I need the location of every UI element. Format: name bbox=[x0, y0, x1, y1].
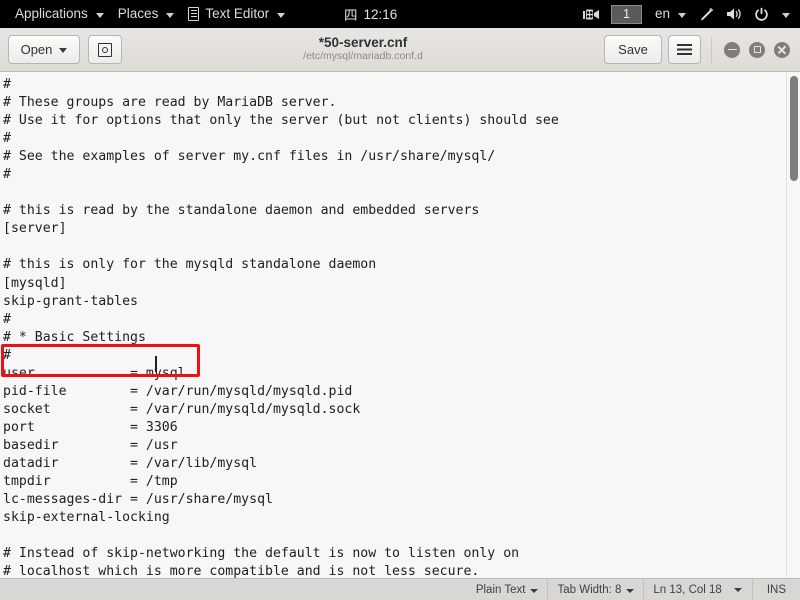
cursor-position-selector[interactable]: Ln 13, Col 18 bbox=[644, 579, 751, 600]
window-title-block: *50-server.cnf /etc/mysql/mariadb.conf.d bbox=[122, 36, 604, 64]
code-line: # These groups are read by MariaDB serve… bbox=[3, 95, 337, 111]
text-cursor bbox=[155, 356, 157, 372]
insert-mode-indicator[interactable]: INS bbox=[753, 579, 794, 600]
clock-day-label: 四 bbox=[344, 8, 358, 23]
code-line: # this is read by the standalone daemon … bbox=[3, 203, 480, 219]
language-selector[interactable]: Plain Text bbox=[467, 579, 548, 600]
tab-width-selector[interactable]: Tab Width: 8 bbox=[548, 579, 643, 600]
code-line: # bbox=[3, 311, 11, 327]
system-menu-chevron-down-icon[interactable] bbox=[782, 12, 790, 18]
code-line: [server] bbox=[3, 221, 67, 237]
clock-menu[interactable]: 四 12:16 bbox=[336, 4, 464, 24]
screencast-recorder-icon[interactable] bbox=[582, 8, 600, 21]
window-header-bar: Open *50-server.cnf /etc/mysql/mariadb.c… bbox=[0, 28, 800, 72]
code-line: tmpdir = /tmp bbox=[3, 474, 178, 490]
text-view[interactable]: # # These groups are read by MariaDB serv… bbox=[0, 72, 770, 578]
notepad-icon bbox=[188, 7, 200, 21]
code-line: # bbox=[3, 167, 11, 183]
code-line: skip-external-locking bbox=[3, 510, 170, 526]
code-line: # bbox=[3, 77, 11, 92]
save-as-button[interactable] bbox=[88, 35, 122, 64]
vertical-scrollbar[interactable] bbox=[786, 72, 800, 578]
workspace-indicator[interactable]: 1 bbox=[610, 4, 642, 24]
code-line: # this is only for the mysqld standalone… bbox=[3, 257, 377, 273]
minimize-icon[interactable] bbox=[724, 41, 740, 58]
code-line: # Use it for options that only the serve… bbox=[3, 113, 559, 129]
code-line: socket = /var/run/mysqld/mysqld.sock bbox=[3, 401, 361, 417]
code-line: skip-grant-tables bbox=[3, 293, 138, 309]
code-line: pid-file = /var/run/mysqld/mysqld.pid bbox=[3, 383, 353, 399]
chevron-down-icon bbox=[733, 588, 742, 592]
code-line: user = mysql bbox=[3, 365, 186, 381]
page-subtitle-path: /etc/mysql/mariadb.conf.d bbox=[303, 50, 423, 63]
chevron-down-icon bbox=[277, 12, 286, 18]
hamburger-menu-icon bbox=[677, 44, 692, 55]
chevron-down-icon bbox=[95, 12, 104, 18]
active-application-menu[interactable]: Text Editor bbox=[181, 4, 292, 24]
tab-width-label: Tab Width: 8 bbox=[557, 583, 622, 596]
power-icon[interactable] bbox=[754, 7, 769, 22]
save-as-icon bbox=[98, 42, 112, 57]
code-line: [mysqld] bbox=[3, 275, 67, 291]
keyboard-layout-menu[interactable]: en bbox=[653, 5, 688, 23]
page-title: *50-server.cnf bbox=[318, 35, 408, 50]
volume-speaker-icon[interactable] bbox=[726, 7, 743, 21]
chevron-down-icon bbox=[626, 588, 635, 593]
maximize-icon[interactable] bbox=[749, 41, 765, 58]
code-line: # * Basic Settings bbox=[3, 329, 146, 345]
chevron-down-icon bbox=[530, 588, 539, 593]
system-tray: 1 en bbox=[582, 4, 792, 24]
editor-area[interactable]: # # These groups are read by MariaDB serv… bbox=[0, 72, 800, 578]
cursor-position-label: Ln 13, Col 18 bbox=[653, 583, 722, 596]
open-button[interactable]: Open bbox=[8, 35, 80, 64]
open-button-label: Open bbox=[20, 42, 53, 57]
window-controls bbox=[711, 36, 794, 63]
vertical-scrollbar-thumb[interactable] bbox=[790, 76, 798, 181]
chevron-down-icon bbox=[166, 12, 175, 18]
stylus-icon[interactable] bbox=[699, 7, 715, 22]
insert-mode-label: INS bbox=[766, 583, 786, 596]
code-line: lc-messages-dir = /usr/share/mysql bbox=[3, 492, 273, 508]
keyboard-layout-label: en bbox=[654, 6, 670, 22]
code-line: # See the examples of server my.cnf file… bbox=[3, 149, 496, 165]
chevron-down-icon bbox=[678, 12, 686, 18]
code-line: port = 3306 bbox=[3, 419, 178, 435]
applications-menu[interactable]: Applications bbox=[8, 4, 111, 24]
chevron-down-icon bbox=[59, 48, 68, 53]
applications-menu-label: Applications bbox=[15, 6, 88, 22]
code-line: basedir = /usr bbox=[3, 437, 178, 453]
clock-time-label: 12:16 bbox=[363, 6, 398, 22]
code-line: # Instead of skip-networking the default… bbox=[3, 546, 520, 562]
close-icon[interactable] bbox=[774, 41, 790, 58]
language-label: Plain Text bbox=[475, 583, 526, 596]
code-line: # bbox=[3, 131, 11, 147]
code-line: # localhost which is more compatible and… bbox=[3, 564, 480, 578]
save-button-label: Save bbox=[618, 42, 648, 57]
main-menu-button[interactable] bbox=[668, 35, 701, 64]
places-menu-label: Places bbox=[117, 6, 159, 22]
status-bar: Plain Text Tab Width: 8 Ln 13, Col 18 IN… bbox=[0, 578, 800, 600]
code-line: # bbox=[3, 347, 11, 363]
active-application-label: Text Editor bbox=[205, 6, 270, 22]
places-menu[interactable]: Places bbox=[111, 4, 182, 24]
gnome-top-panel: Applications Places Text Editor 四 12:16 … bbox=[0, 0, 800, 28]
code-line: datadir = /var/lib/mysql bbox=[3, 455, 258, 471]
save-button[interactable]: Save bbox=[604, 35, 662, 64]
